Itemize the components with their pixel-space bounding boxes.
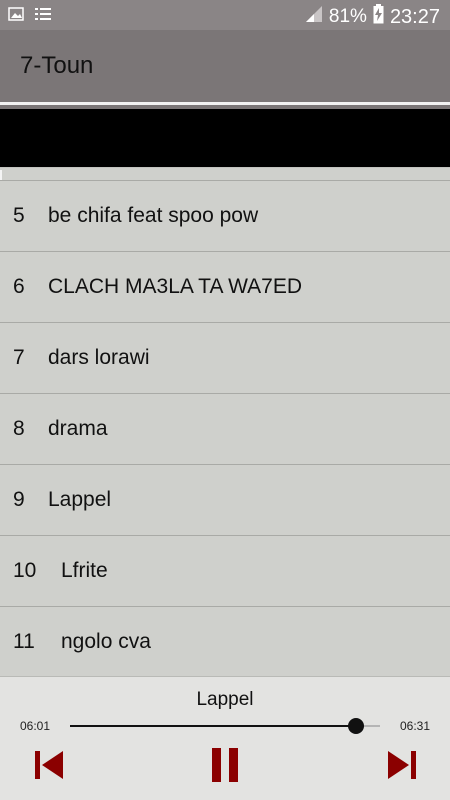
pause-icon (210, 747, 240, 787)
signal-icon (305, 5, 323, 29)
track-number: 5 (13, 204, 25, 227)
list-icon (34, 6, 52, 27)
seek-bar[interactable] (70, 725, 380, 727)
image-icon (8, 7, 24, 26)
list-top-gap (0, 167, 450, 180)
battery-level: 81% (328, 6, 367, 27)
track-row[interactable]: 7 dars lorawi (0, 322, 450, 393)
page-title: 7-Toun (20, 52, 94, 79)
track-number: 6 (13, 275, 25, 298)
track-title: drama (48, 417, 108, 440)
seek-bar-thumb[interactable] (348, 718, 364, 734)
track-title: ngolo cva (61, 629, 151, 653)
status-bar: 81% 23:27 (0, 0, 450, 30)
track-title: Lappel (48, 488, 112, 511)
track-row[interactable]: 10 Lfrite (0, 535, 450, 606)
clock: 23:27 (389, 5, 440, 28)
track-row[interactable]: 8 drama (0, 393, 450, 464)
track-title: dars lorawi (48, 346, 150, 369)
track-list[interactable]: 5 be chifa feat spoo pow 6 CLACH MA3LA T… (0, 180, 450, 676)
track-number: 7 (13, 346, 25, 369)
seek-bar-progress (70, 725, 356, 727)
battery-charging-icon (373, 4, 384, 30)
skip-previous-icon (33, 750, 65, 785)
track-title: CLACH MA3LA TA WA7ED (48, 275, 303, 298)
track-number: 11 (13, 629, 35, 653)
track-number: 8 (13, 417, 25, 440)
total-time: 06:31 (399, 719, 430, 733)
track-title: be chifa feat spoo pow (48, 204, 259, 227)
app-bar: 7-Toun (0, 30, 450, 102)
pause-button[interactable] (202, 747, 248, 787)
track-row[interactable]: 9 Lappel (0, 464, 450, 535)
player-panel: Lappel 06:01 06:31 (0, 676, 450, 800)
track-number: 10 (13, 559, 37, 582)
track-row[interactable]: 6 CLACH MA3LA TA WA7ED (0, 251, 450, 322)
track-row[interactable]: 11 ngolo cva (0, 606, 450, 676)
status-bar-left (8, 6, 52, 27)
ad-banner[interactable] (0, 109, 450, 167)
now-playing-title: Lappel (196, 689, 254, 710)
status-bar-right: 81% 23:27 (305, 4, 440, 30)
elapsed-time: 06:01 (20, 719, 51, 733)
track-title: Lfrite (61, 559, 108, 582)
skip-next-icon (386, 750, 418, 785)
track-row[interactable]: 5 be chifa feat spoo pow (0, 180, 450, 251)
track-number: 9 (13, 488, 25, 511)
previous-button[interactable] (26, 747, 72, 787)
next-button[interactable] (379, 747, 425, 787)
